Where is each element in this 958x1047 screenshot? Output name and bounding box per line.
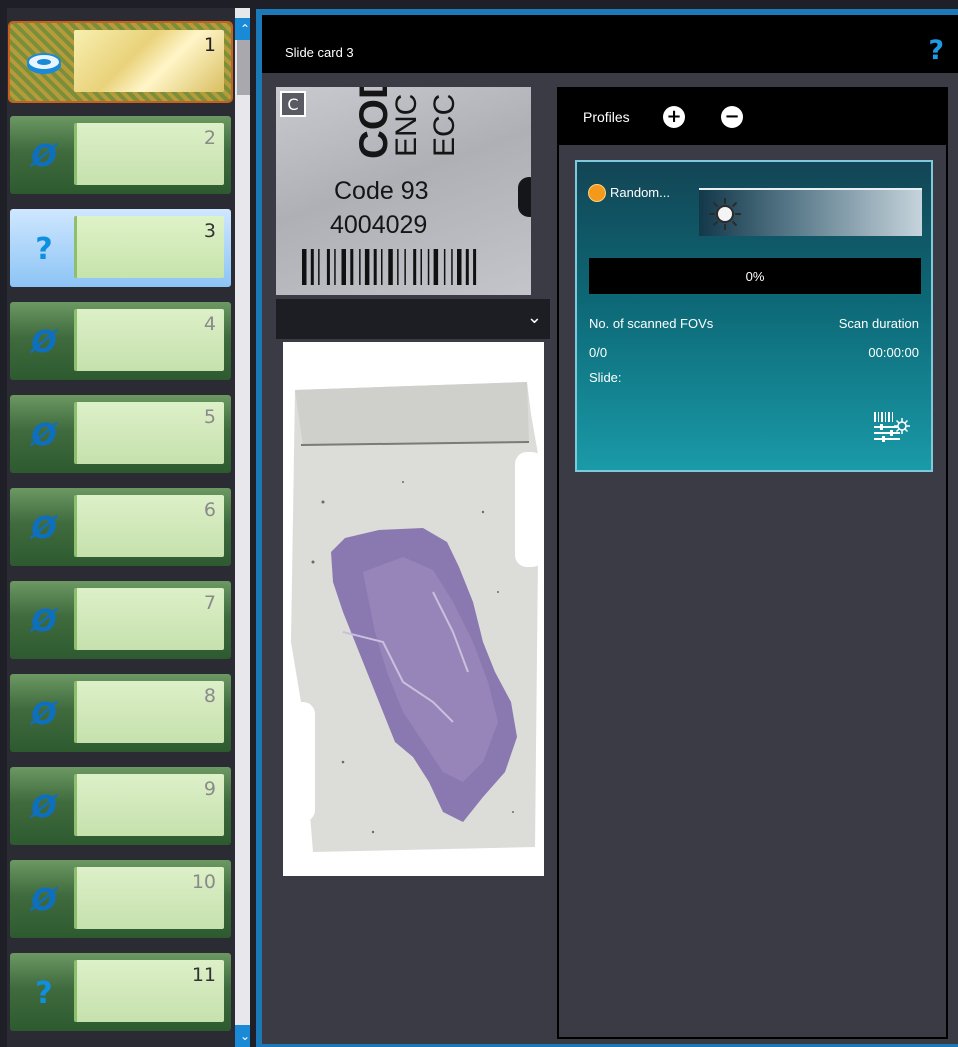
scroll-up-icon[interactable]: ⌃ [235,18,250,40]
slot-label-area: 3 [74,216,224,278]
slot-number: 1 [203,34,216,56]
duration-value: 00:00:00 [868,345,919,360]
add-profile-icon[interactable]: + [663,106,685,128]
rotate-icon[interactable]: C [280,91,306,117]
slot-label-area: 9 [74,774,224,836]
empty-slot-icon: Ø [31,510,57,546]
slot-number: 4 [203,313,216,335]
slot-number: 7 [203,592,216,614]
rack-slot-6[interactable]: Ø6 [10,488,231,566]
fovs-label: No. of scanned FOVs [589,316,714,331]
chevron-down-icon[interactable]: ⌄ [527,307,542,328]
barcode-graphic [302,249,477,285]
scan-progress-bar: 0% [589,258,921,294]
profiles-title: Profiles [583,109,630,125]
slot-label-area: 8 [74,681,224,743]
slide-card-panel: Slide card 3 ? COD ENC ECC Code 93 40040… [256,9,958,1047]
label-text-enc: ENC [390,93,423,157]
empty-slot-icon: Ø [31,417,57,453]
slot-label-area: 1 [74,30,224,92]
label-hole [518,177,531,217]
slot-number: 3 [203,220,216,242]
profile-card[interactable]: Random... 0% No. of scanned FOVs Scan du… [575,160,933,472]
rack-slot-7[interactable]: Ø7 [10,581,231,659]
slide-tray-icon [24,43,64,83]
label-text-ecc: ECC [428,93,461,157]
remove-profile-icon[interactable]: − [721,106,743,128]
label-text-code93: Code 93 [334,177,429,205]
slot-number: 11 [191,964,216,986]
slide-card-body: Slide card 3 ? COD ENC ECC Code 93 40040… [262,15,958,1044]
profiles-panel: Profiles + − Random... 0% No. of scanned… [557,87,948,1039]
slide-label-image: COD ENC ECC Code 93 4004029 C [276,87,531,295]
slot-label-area: 7 [74,588,224,650]
empty-slot-icon: Ø [31,603,57,639]
rack-slot-2[interactable]: Ø2 [10,116,231,194]
rack-scrollbar[interactable]: ⌃ ⌄ [235,8,250,1047]
slot-number: 10 [191,871,216,893]
slot-number: 6 [203,499,216,521]
question-icon: ? [35,975,53,1011]
question-icon: ? [35,231,53,267]
profiles-header: Profiles + − [559,89,946,145]
rack-slot-1[interactable]: 1 [8,21,233,103]
label-text-number: 4004029 [330,211,428,239]
empty-slot-icon: Ø [31,882,57,918]
slide-card-header: Slide card 3 ? [262,15,958,73]
rack-slot-8[interactable]: Ø8 [10,674,231,752]
empty-slot-icon: Ø [31,696,57,732]
rack-slot-3[interactable]: ? 3 [10,209,231,287]
slot-label-area: 2 [74,123,224,185]
slide-overview-image [283,342,544,876]
brightness-icon [709,198,741,230]
slide-label: Slide: [589,370,622,385]
rack-slot-9[interactable]: Ø9 [10,767,231,845]
duration-label: Scan duration [838,316,919,331]
empty-slot-icon: Ø [31,789,57,825]
scroll-thumb[interactable] [237,40,250,95]
profile-name: Random... [610,185,670,200]
slide-overview-graphic [283,342,544,876]
empty-slot-icon: Ø [31,324,57,360]
rack-slot-4[interactable]: Ø4 [10,302,231,380]
slot-label-area: 4 [74,309,224,371]
slot-number: 5 [203,406,216,428]
slide-rack: 1 Ø 2? 3 Ø 4 Ø 5 Ø 6 Ø 7 Ø 8 Ø 9 Ø 10? 11 ⌃ ⌄ [7,8,250,1047]
slot-label-area: 6 [74,495,224,557]
app-root: 1 Ø 2? 3 Ø 4 Ø 5 Ø 6 Ø 7 Ø 8 Ø 9 Ø 10? 11 ⌃ ⌄ Slide card 3… [0,0,958,1047]
slot-number: 2 [203,127,216,149]
slot-number: 8 [203,685,216,707]
scan-settings-icon[interactable] [872,410,910,444]
scroll-down-icon[interactable]: ⌄ [235,1025,250,1047]
slide-card-title: Slide card 3 [285,45,354,60]
rack-slot-10[interactable]: Ø 10 [10,860,231,938]
slot-label-area: 11 [74,960,224,1022]
fovs-value: 0/0 [589,345,608,360]
slot-number: 9 [203,778,216,800]
status-dot-icon [588,184,606,202]
slot-label-area: 10 [74,867,224,929]
help-icon[interactable]: ? [928,35,944,66]
scan-progress-text: 0% [745,268,765,284]
slot-label-area: 5 [74,402,224,464]
rack-slot-5[interactable]: Ø5 [10,395,231,473]
empty-slot-icon: Ø [31,138,57,174]
rack-slot-11[interactable]: ? 11 [10,953,231,1031]
label-view-dropdown[interactable]: ⌄ [276,299,550,339]
